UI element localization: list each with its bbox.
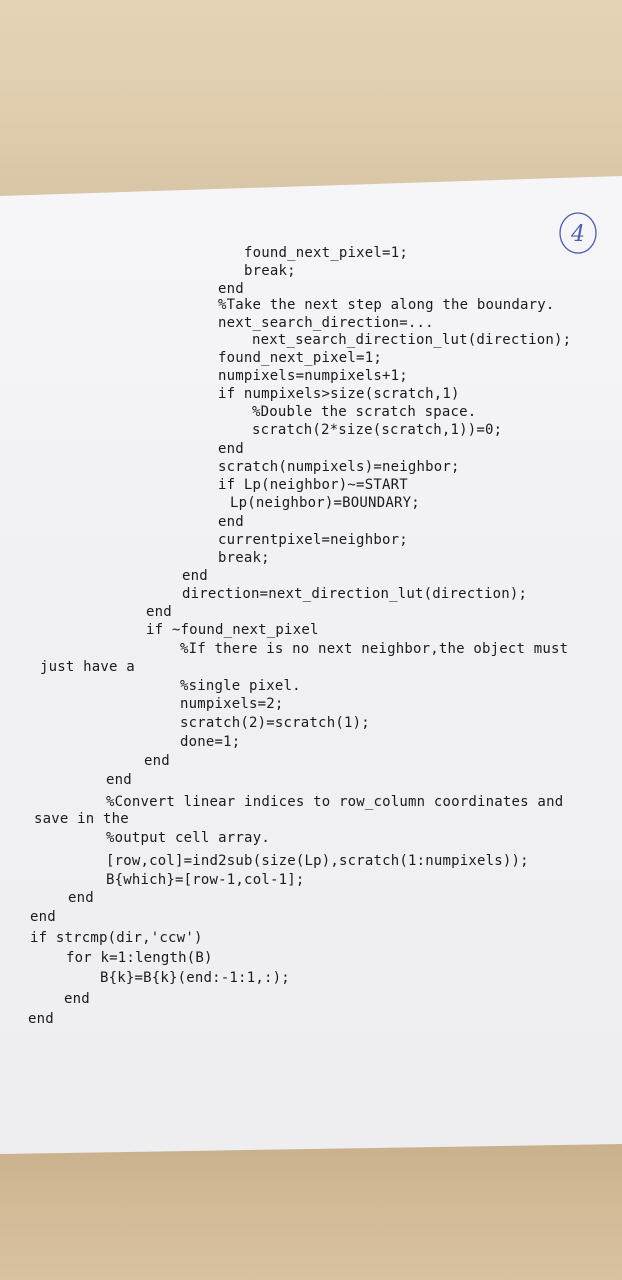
code-line: B{k}=B{k}(end:-1:1,:); xyxy=(100,970,290,986)
code-line: numpixels=numpixels+1; xyxy=(218,368,408,384)
code-line: found_next_pixel=1; xyxy=(244,245,408,261)
code-line: save in the xyxy=(34,811,129,827)
code-line: currentpixel=neighbor; xyxy=(218,532,408,548)
code-line: %Take the next step along the boundary. xyxy=(218,297,555,313)
code-line: end xyxy=(106,772,132,788)
code-line: numpixels=2; xyxy=(180,696,284,712)
code-line: end xyxy=(28,1011,54,1027)
desk-background-bottom xyxy=(0,1140,622,1280)
code-line: if ~found_next_pixel xyxy=(146,622,319,638)
code-line: B{which}=[row-1,col-1]; xyxy=(106,872,305,888)
page-number-mark: 4 xyxy=(559,212,597,254)
code-line: next_search_direction=... xyxy=(218,315,434,331)
desk-background-top xyxy=(0,0,622,200)
code-line: if strcmp(dir,'ccw') xyxy=(30,930,203,946)
code-line: direction=next_direction_lut(direction); xyxy=(182,586,528,602)
code-line: scratch(2)=scratch(1); xyxy=(180,715,370,731)
code-line: %single pixel. xyxy=(180,678,301,694)
code-line: end xyxy=(182,568,208,584)
code-line: Lp(neighbor)=BOUNDARY; xyxy=(230,495,420,511)
code-line: %If there is no next neighbor,the object… xyxy=(180,641,569,657)
code-line: end xyxy=(64,991,90,1007)
code-line: scratch(numpixels)=neighbor; xyxy=(218,459,460,475)
code-line: found_next_pixel=1; xyxy=(218,350,382,366)
code-line: %Double the scratch space. xyxy=(252,404,477,420)
code-line: if Lp(neighbor)~=START xyxy=(218,477,408,493)
code-line: end xyxy=(218,441,244,457)
code-line: done=1; xyxy=(180,734,241,750)
code-line: end xyxy=(144,753,170,769)
code-line: for k=1:length(B) xyxy=(66,950,213,966)
code-line: [row,col]=ind2sub(size(Lp),scratch(1:num… xyxy=(106,853,529,869)
code-line: %output cell array. xyxy=(106,830,270,846)
code-line: just have a xyxy=(40,659,135,675)
code-line: break; xyxy=(218,550,270,566)
page-number: 4 xyxy=(570,222,585,247)
code-line: %Convert linear indices to row_column co… xyxy=(106,794,564,810)
code-line: end xyxy=(146,604,172,620)
code-line: end xyxy=(30,909,56,925)
code-line: next_search_direction_lut(direction); xyxy=(252,332,572,348)
code-line: end xyxy=(68,890,94,906)
code-line: break; xyxy=(244,263,296,279)
code-line: scratch(2*size(scratch,1))=0; xyxy=(252,422,503,438)
code-line: end xyxy=(218,514,244,530)
code-line: if numpixels>size(scratch,1) xyxy=(218,386,460,402)
